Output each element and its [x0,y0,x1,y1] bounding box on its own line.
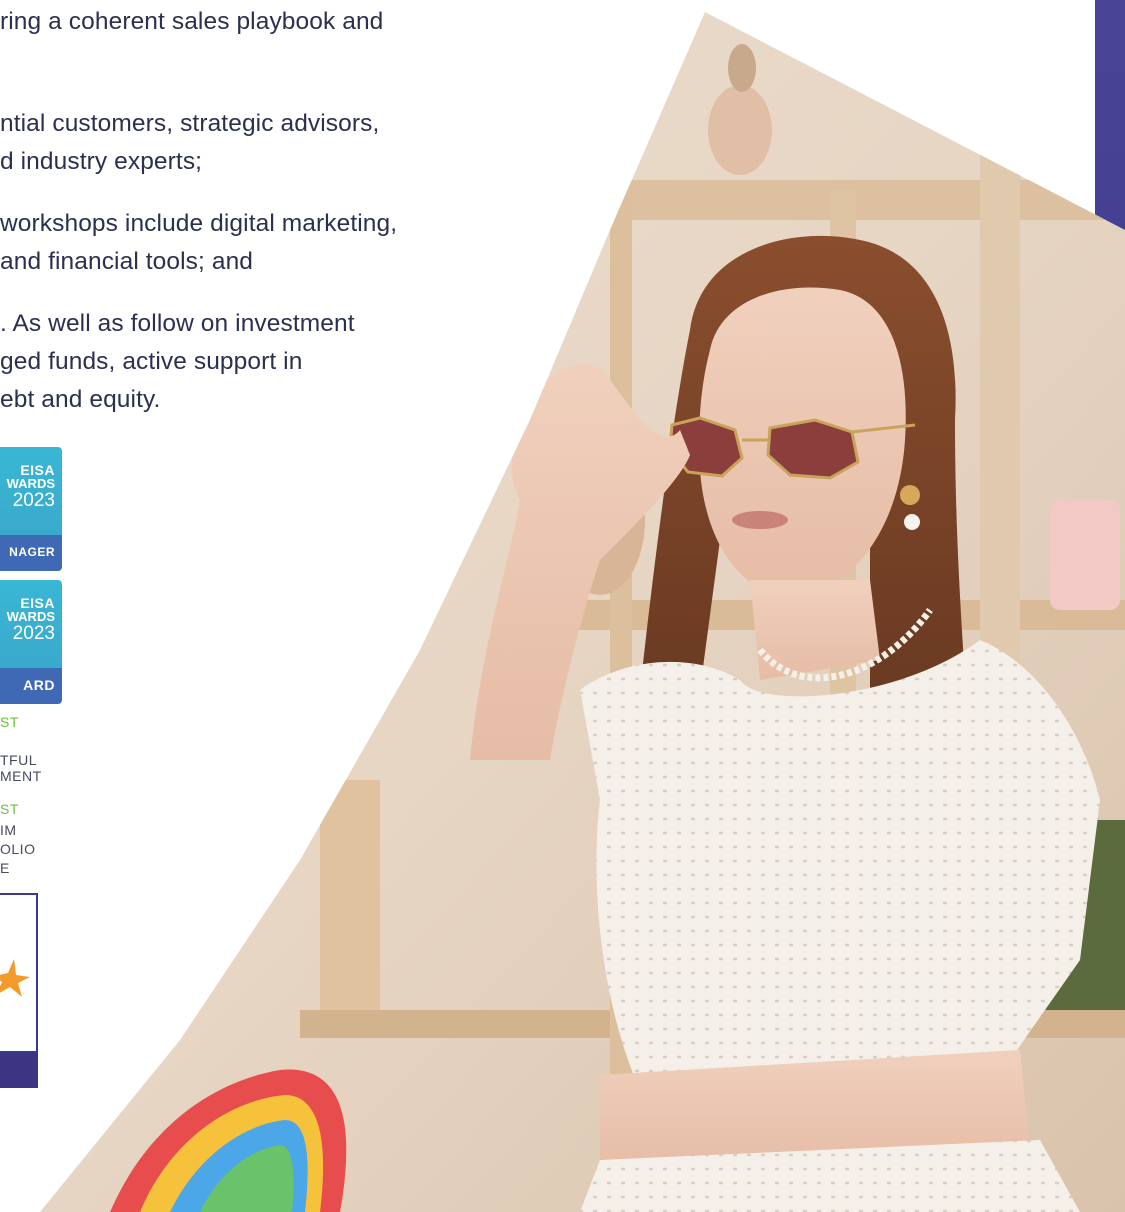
hero-photo [40,12,1125,1212]
